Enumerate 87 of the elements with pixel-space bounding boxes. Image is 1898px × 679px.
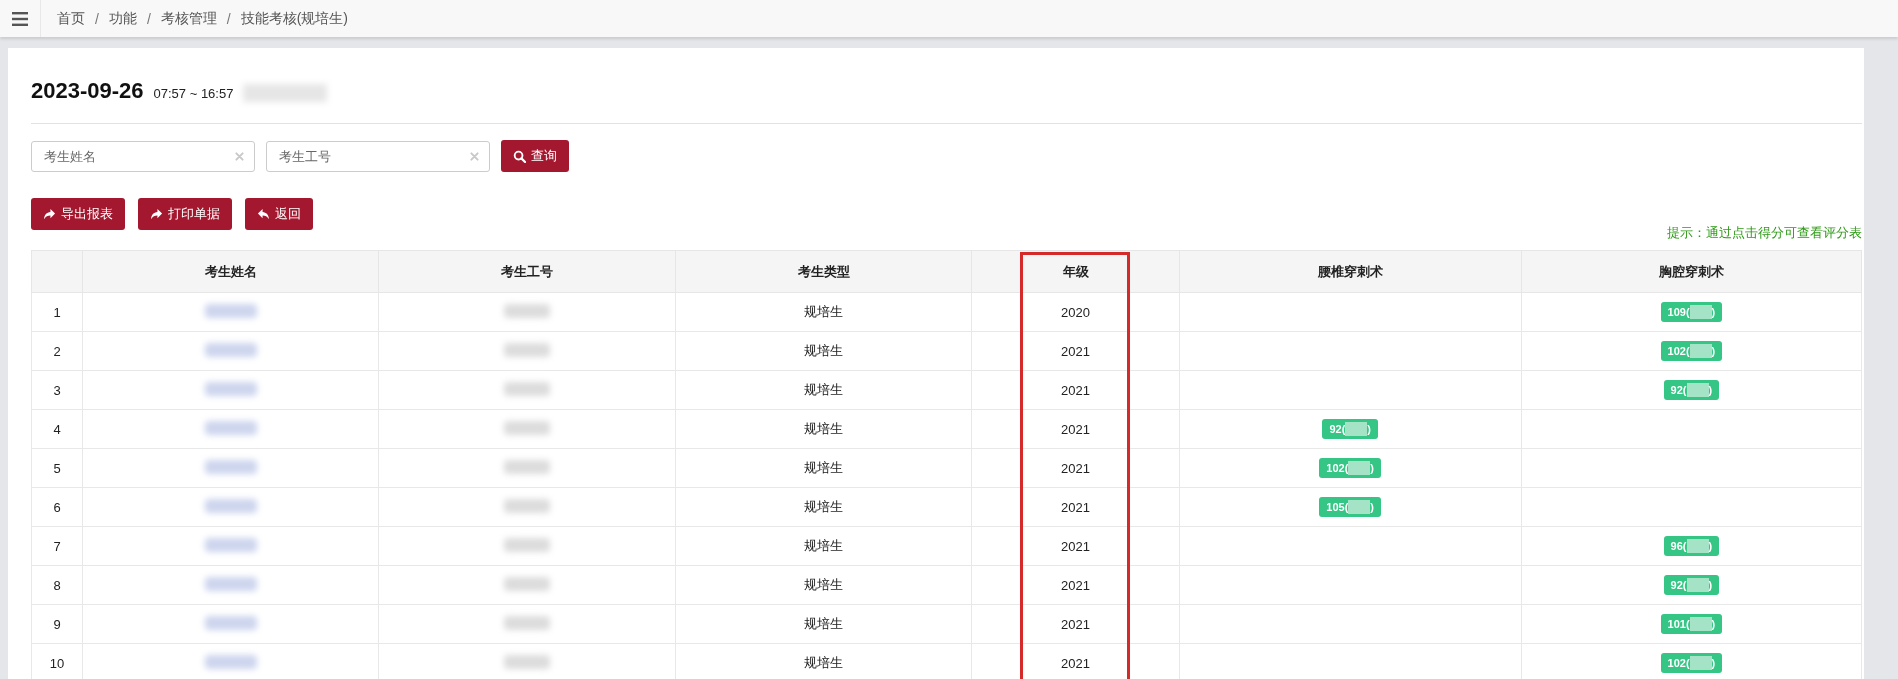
search-field[interactable]: 考生工号 [266, 140, 490, 172]
score-badge[interactable]: 102( ) [1660, 341, 1723, 361]
table-cell: 2021 [972, 331, 1180, 371]
breadcrumb-separator: / [226, 10, 231, 27]
score-badge[interactable]: 102( ) [1319, 458, 1382, 478]
redacted-text [204, 498, 257, 513]
table-cell: 规培生 [675, 604, 972, 644]
row-number: 9 [31, 604, 83, 644]
row-number: 6 [31, 487, 83, 527]
table-cell: 2021 [972, 448, 1180, 488]
table-cell: 2021 [972, 409, 1180, 449]
row-number: 3 [31, 370, 83, 410]
breadcrumb-separator: / [146, 10, 151, 27]
redacted-text [504, 303, 551, 318]
score-badge[interactable]: 109( ) [1660, 302, 1723, 322]
redacted-text [504, 576, 551, 591]
search-button[interactable]: 查询 [501, 140, 569, 172]
column-header: 考生类型 [675, 250, 972, 293]
row-number: 8 [31, 565, 83, 605]
hint-text: 提示：通过点击得分可查看评分表 [1667, 224, 1862, 242]
redacted-text [504, 459, 551, 474]
action-button[interactable]: 打印单据 [138, 198, 232, 230]
redacted-text [504, 654, 551, 669]
redacted-text [504, 420, 551, 435]
redacted-text [204, 459, 257, 474]
table-cell: 2021 [972, 487, 1180, 527]
redacted-text [504, 342, 551, 357]
score-badge[interactable]: 92( ) [1663, 380, 1720, 400]
score-badge[interactable]: 101( ) [1660, 614, 1723, 634]
redacted-text [204, 303, 257, 318]
redacted-text [204, 537, 257, 552]
reply-arrow-icon [257, 207, 270, 221]
redacted-text [504, 381, 551, 396]
table-cell: 规培生 [675, 526, 972, 566]
table-cell: 2020 [972, 292, 1180, 332]
row-number: 10 [31, 643, 83, 679]
table-cell: 规培生 [675, 448, 972, 488]
redacted-text [504, 537, 551, 552]
redacted-text [204, 420, 257, 435]
score-badge[interactable]: 92( ) [1663, 575, 1720, 595]
table-cell: 规培生 [675, 292, 972, 332]
row-number: 7 [31, 526, 83, 566]
score-badge[interactable]: 92( ) [1322, 419, 1378, 439]
redacted-text [504, 615, 551, 630]
column-header: 考生姓名 [82, 250, 379, 293]
row-number: 5 [31, 448, 83, 488]
menu-icon[interactable] [12, 11, 28, 26]
table-cell: 2021 [972, 370, 1180, 410]
breadcrumb-separator: / [95, 10, 99, 27]
row-number: 2 [31, 331, 83, 371]
score-badge[interactable]: 96( ) [1663, 536, 1720, 556]
breadcrumb-link[interactable]: 首页 [57, 9, 85, 28]
breadcrumb-link[interactable]: 功能 [108, 9, 137, 28]
redacted-text [204, 381, 257, 396]
row-number: 1 [31, 292, 83, 332]
score-badge[interactable]: 105( ) [1319, 497, 1382, 517]
table-cell: 规培生 [675, 409, 972, 449]
table-cell: 2021 [972, 526, 1180, 566]
arrow-icon [43, 207, 56, 221]
table-cell: 2021 [972, 604, 1180, 644]
redacted-text [204, 576, 257, 591]
column-header: 考生工号 [378, 250, 676, 293]
redacted-text [204, 654, 257, 669]
redacted-text [204, 342, 257, 357]
table-cell: 2021 [972, 565, 1180, 605]
table-cell: 规培生 [675, 565, 972, 605]
search-field[interactable]: 考生姓名 [31, 140, 255, 172]
redacted-text [204, 615, 257, 630]
search-icon [513, 149, 526, 163]
table-cell: 规培生 [675, 487, 972, 527]
column-header: 胸腔穿刺术 [1521, 250, 1862, 293]
exam-time: 07:57 ~ 16:57 [153, 86, 234, 101]
action-button[interactable]: 导出报表 [31, 198, 125, 230]
clear-icon[interactable] [469, 150, 480, 162]
action-button[interactable]: 返回 [245, 198, 313, 230]
arrow-icon [150, 207, 163, 221]
column-header: 年级 [972, 250, 1180, 293]
table-cell: 规培生 [675, 370, 972, 410]
exam-date: 2023-09-26 [31, 78, 144, 104]
clear-icon[interactable] [234, 150, 245, 162]
row-number: 4 [31, 409, 83, 449]
breadcrumb-link[interactable]: 考核管理 [160, 9, 217, 28]
column-header: 腰椎穿刺术 [1179, 250, 1522, 293]
table-cell: 规培生 [675, 331, 972, 371]
score-badge[interactable]: 102( ) [1660, 653, 1723, 673]
breadcrumb-link[interactable]: 技能考核(规培生) [240, 9, 348, 28]
redacted-text [504, 498, 551, 513]
